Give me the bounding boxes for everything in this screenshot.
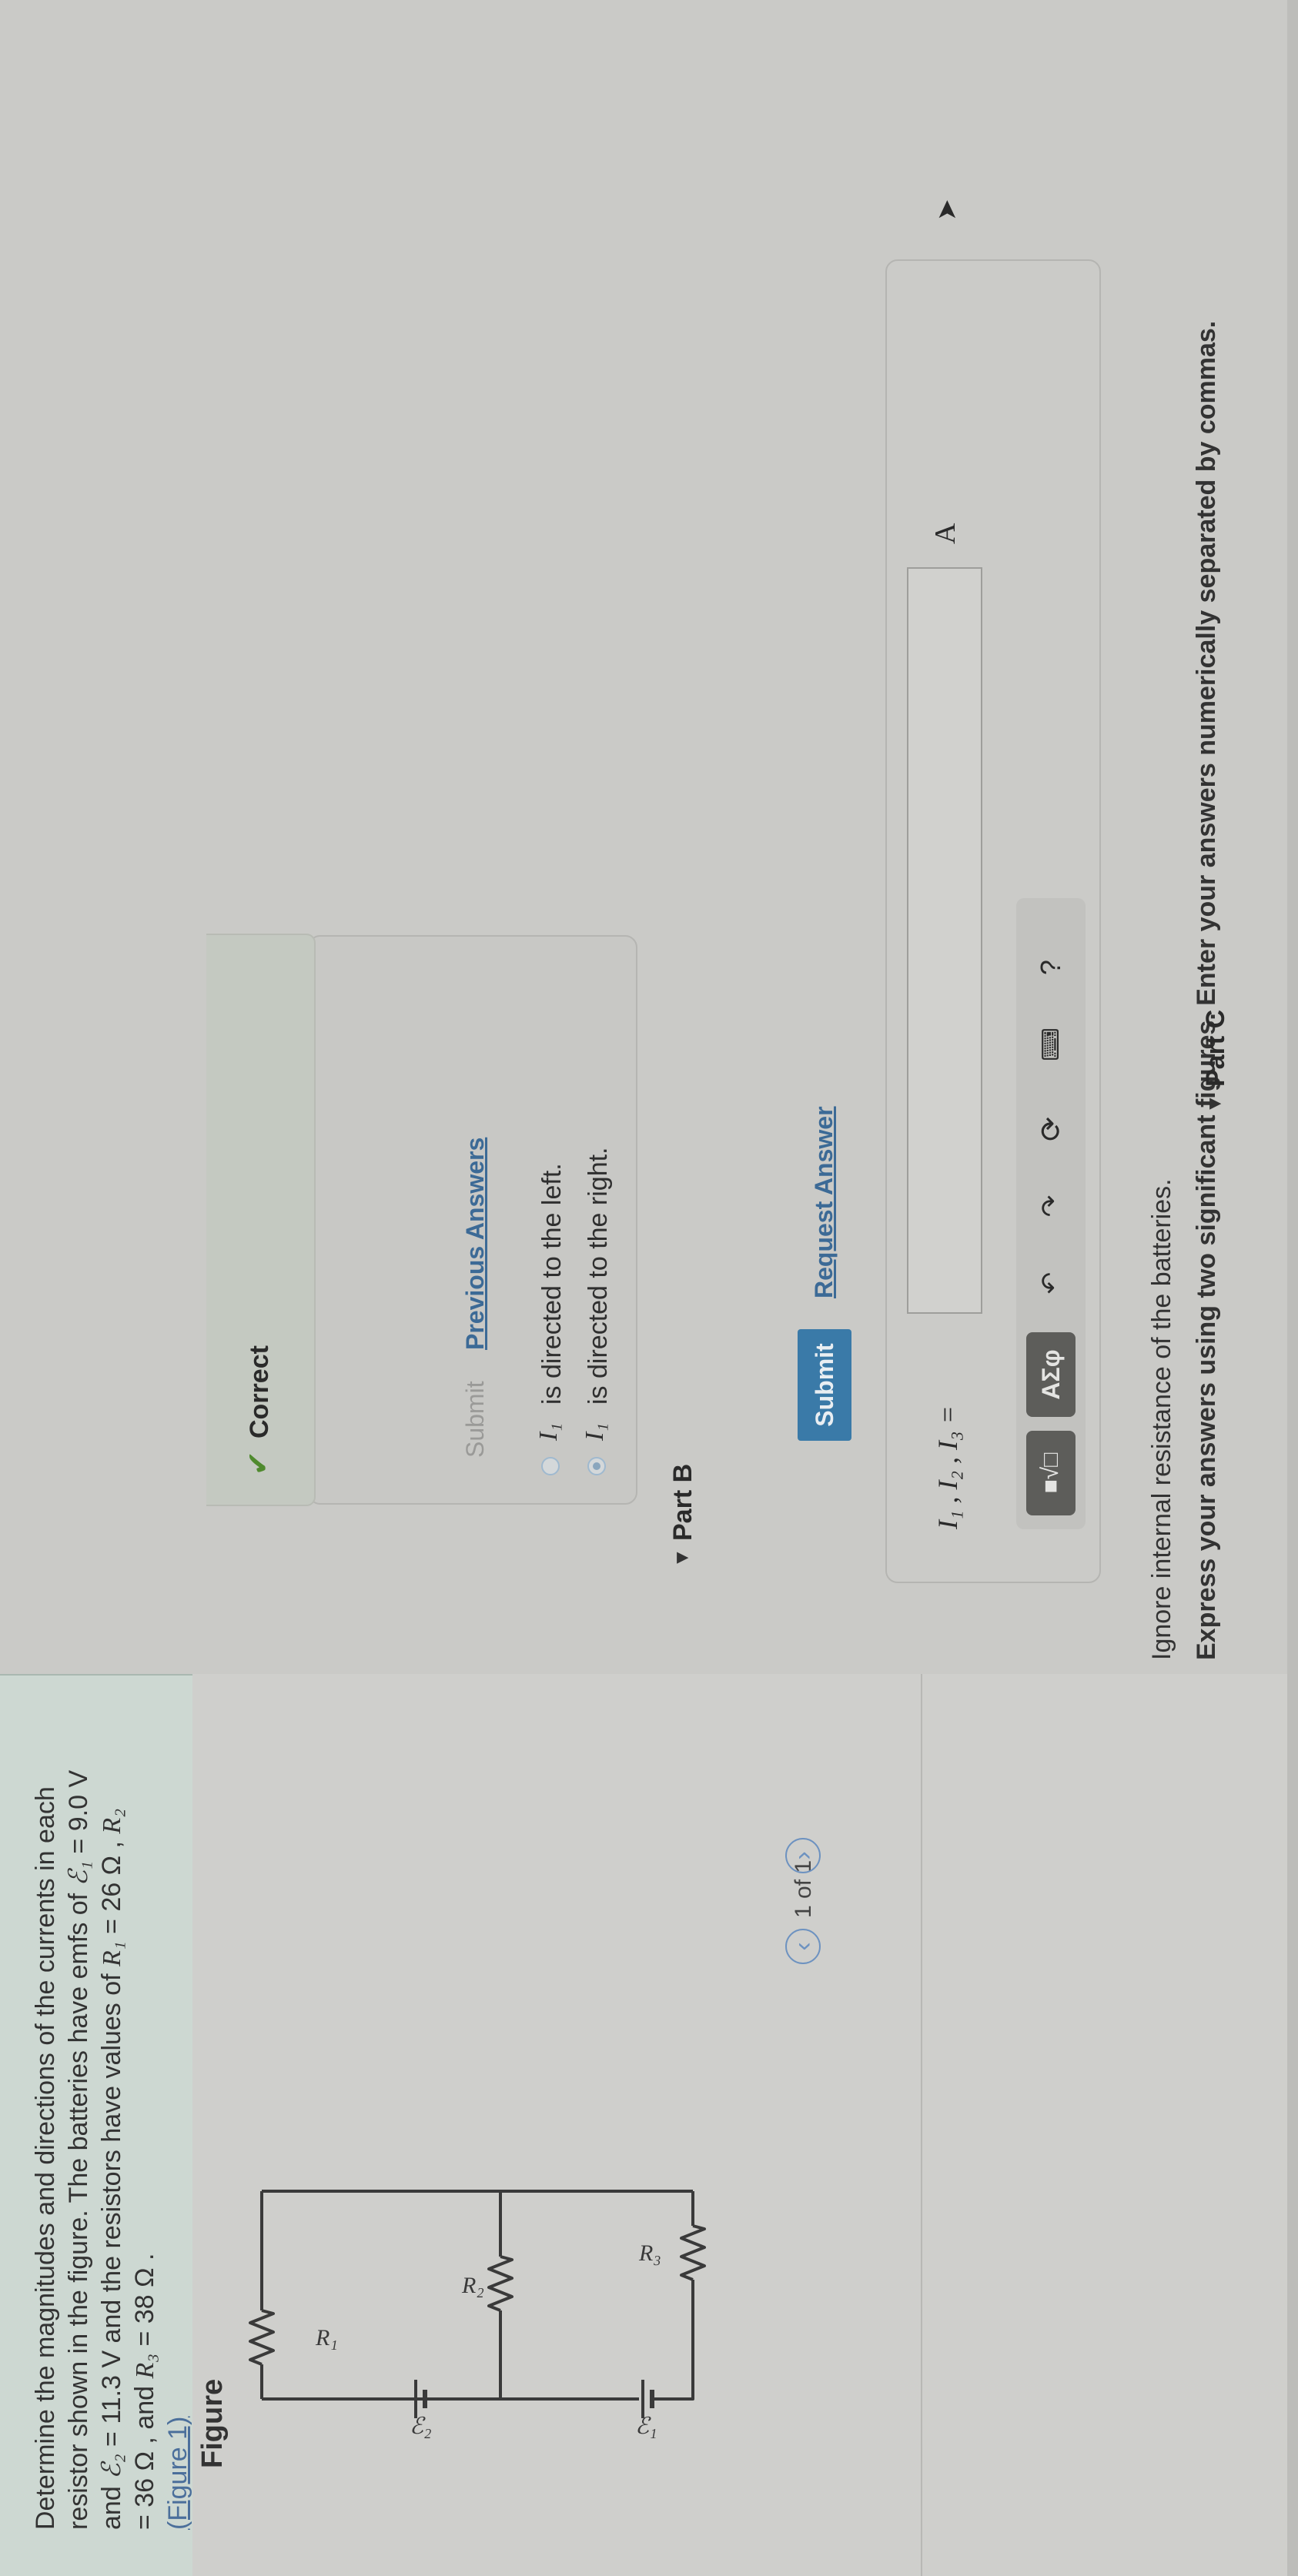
undo-icon: ↶ — [1036, 1271, 1065, 1295]
figure-prev-button[interactable]: ‹ — [785, 1929, 821, 1964]
battery-e2: ℰ₂ — [410, 2380, 432, 2439]
figure-link[interactable]: (Figure 1) — [163, 2417, 192, 2530]
check-icon: ✔ — [243, 1451, 275, 1475]
problem-line-4: = 36 Ω , and R₃ = 38 Ω . — [130, 2253, 159, 2530]
instruction-ignore: Ignore internal resistance of the batter… — [1147, 1178, 1176, 1660]
part-c-title[interactable]: Part C — [1201, 1010, 1231, 1087]
radio-directed-left[interactable] — [541, 1457, 560, 1475]
figure-next-button[interactable]: › — [785, 1838, 821, 1873]
answer-input[interactable] — [907, 567, 982, 1314]
label-e2: ℰ₂ — [410, 2414, 432, 2439]
chevron-right-icon: › — [788, 1851, 818, 1860]
option-right-variable: I₁ — [580, 1422, 609, 1441]
option-left-variable: I₁ — [534, 1422, 563, 1441]
symbols-icon: ΑΣφ — [1036, 1349, 1065, 1400]
keyboard-icon: ⌨ — [1038, 1027, 1064, 1061]
part-b-collapse-icon[interactable]: ▼ — [670, 1548, 694, 1568]
radio-directed-right[interactable] — [587, 1457, 606, 1475]
figure-divider — [921, 1674, 922, 2576]
undo-button[interactable]: ↶ — [1026, 1260, 1076, 1306]
part-b-submit-button: Submit — [461, 1381, 489, 1458]
submit-button[interactable]: Submit — [798, 1329, 851, 1441]
help-icon: ? — [1035, 959, 1066, 976]
problem-line-2: resistor shown in the figure. The batter… — [64, 1769, 93, 2530]
keyboard-button[interactable]: ⌨ — [1026, 1014, 1076, 1075]
answer-label: I₁ , I₂ , I₃ = — [932, 1405, 963, 1529]
correct-status: Correct — [245, 1345, 274, 1438]
problem-line-1: Determine the magnitudes and directions … — [31, 1786, 60, 2530]
help-button[interactable]: ? — [1026, 944, 1076, 991]
question-column — [0, 0, 1298, 1674]
templates-icon: ■√□ — [1038, 1452, 1063, 1494]
symbols-button[interactable]: ΑΣφ — [1026, 1332, 1076, 1417]
option-right-text: is directed to the right. — [584, 1147, 613, 1405]
reset-button[interactable]: ⟳ — [1026, 1106, 1076, 1152]
problem-statement: Determine the magnitudes and directions … — [0, 1674, 192, 2576]
instruction-express: Express your answers using two significa… — [1192, 320, 1221, 1660]
redo-button[interactable]: ↷ — [1026, 1183, 1076, 1229]
redo-icon: ↷ — [1036, 1194, 1065, 1218]
problem-line-3: and ℰ₂ = 11.3 V and the resistors have v… — [97, 1808, 126, 2530]
reset-icon: ⟳ — [1035, 1117, 1068, 1141]
part-b-title[interactable]: Part B — [668, 1464, 698, 1541]
mastering-physics-page: Determine the magnitudes and directions … — [0, 0, 1298, 2576]
radio-selected-dot — [593, 1462, 600, 1470]
request-answer-link[interactable]: Request Answer — [810, 1106, 838, 1298]
option-left-text: is directed to the left. — [537, 1163, 567, 1405]
answer-unit: A — [929, 523, 962, 544]
problem-line-5: (Figure 1) — [162, 1706, 195, 2530]
templates-button[interactable]: ■√□ — [1026, 1431, 1076, 1515]
previous-answers-link[interactable]: Previous Answers — [461, 1138, 490, 1350]
chevron-left-icon: ‹ — [788, 1942, 818, 1951]
figure-heading: Figure — [196, 2378, 229, 2468]
bottom-edge — [1287, 0, 1298, 2576]
mouse-cursor-icon: ➤ — [932, 199, 962, 222]
part-c-collapse-icon[interactable]: ▼ — [1203, 1094, 1226, 1114]
